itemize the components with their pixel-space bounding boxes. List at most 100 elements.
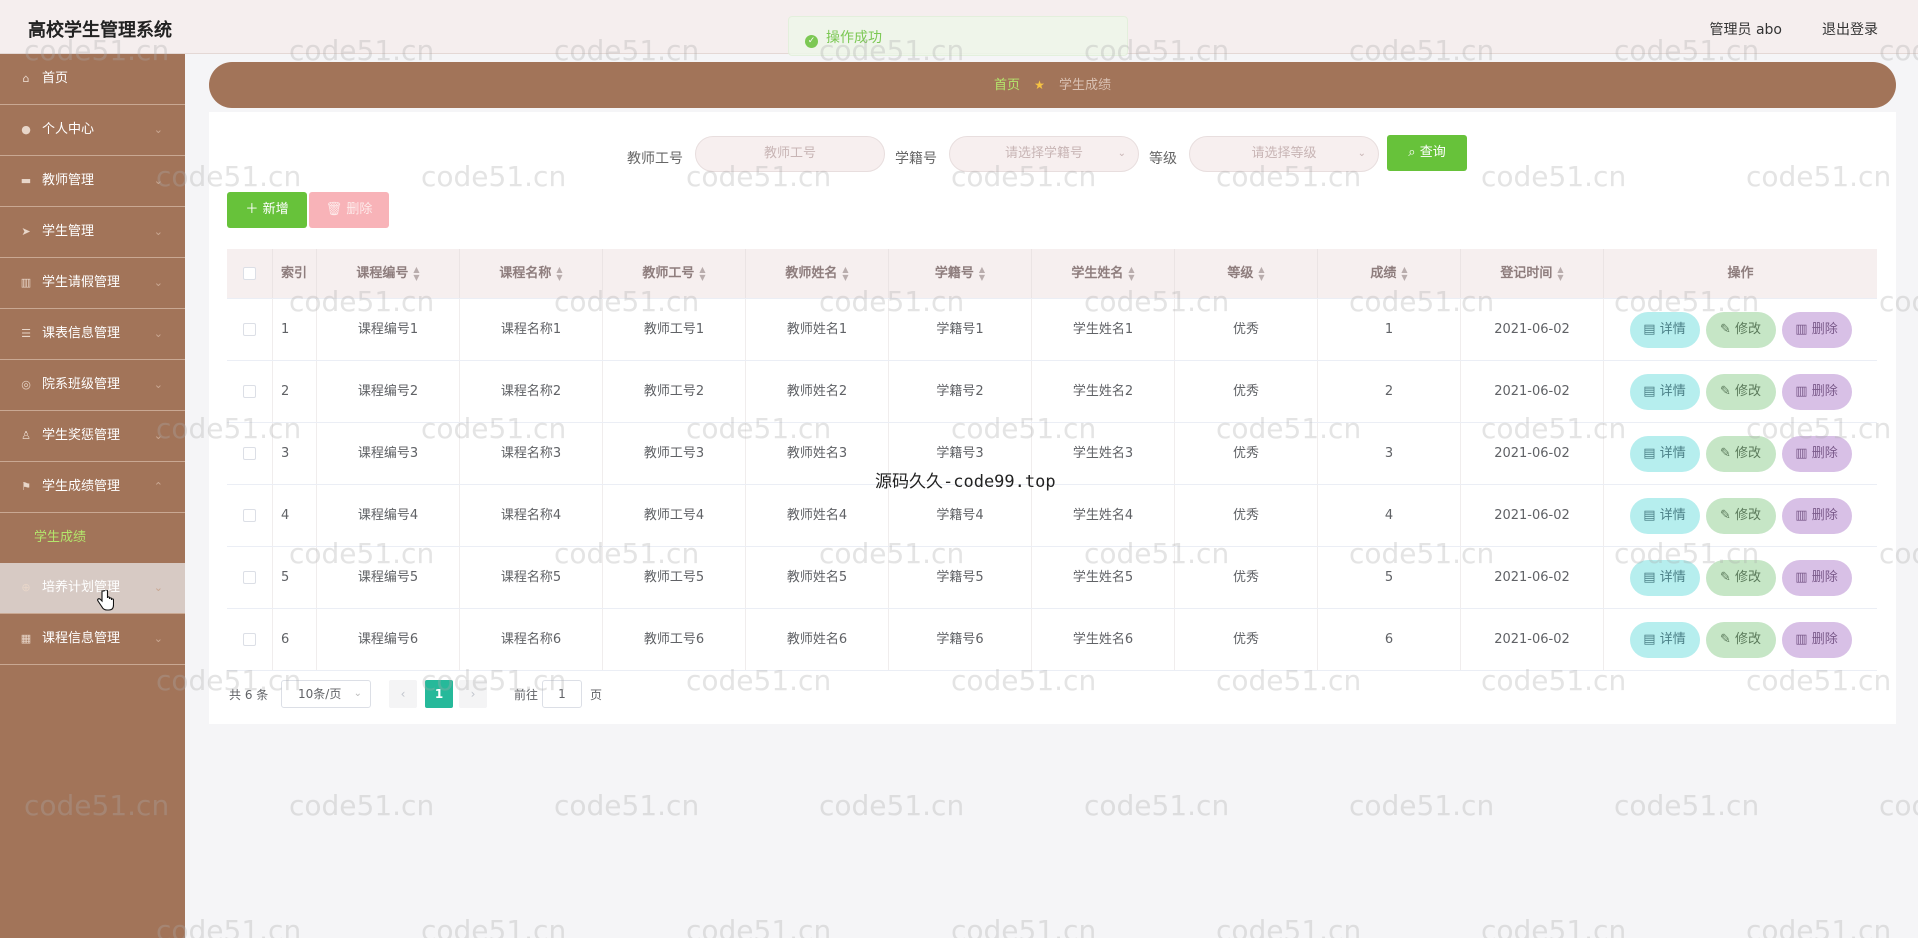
logout-link[interactable]: 退出登录 [1822, 19, 1878, 39]
cell-register-time: 2021-06-02 [1461, 485, 1604, 546]
column-header-teacher-name[interactable]: 教师姓名 ▲ ▼ [746, 249, 889, 298]
prev-page-button[interactable]: ‹ [389, 680, 417, 708]
edit-button[interactable]: ✎ 修改 [1705, 374, 1776, 410]
row-select-cell [227, 423, 273, 484]
column-header-student-id[interactable]: 学籍号 ▲ ▼ [889, 249, 1032, 298]
sidebar-item-students[interactable]: ➤ 学生管理 ⌄ [0, 207, 185, 258]
sort-icon[interactable]: ▲ ▼ [979, 265, 985, 282]
sidebar-item-rewards[interactable]: ♙ 学生奖惩管理 ⌄ [0, 411, 185, 462]
list-icon: ☰ [21, 327, 31, 340]
trash-icon: ▥ [1795, 446, 1812, 461]
row-checkbox[interactable] [243, 447, 256, 460]
sort-icon[interactable]: ▲ ▼ [413, 265, 419, 282]
column-header-register-time[interactable]: 登记时间 ▲ ▼ [1461, 249, 1604, 298]
cell-score: 4 [1318, 485, 1461, 546]
add-button[interactable]: ＋ 新增 [227, 192, 307, 228]
search-icon: ⌕ [1408, 145, 1416, 160]
breadcrumb-home-link[interactable]: 首页 [994, 78, 1020, 93]
cell-score: 1 [1318, 299, 1461, 360]
table-header: 索引 课程编号 ▲ ▼ 课程名称 ▲ ▼ 教师工号 ▲ ▼ 教师姓名 ▲ ▼ 学籍号 ▲ ▼ 学生姓… [227, 249, 1877, 299]
watermark-text: code51.cn [819, 789, 965, 822]
page-size-select[interactable]: 10条/页 ⌄ [281, 680, 371, 708]
teacher-id-label: 教师工号 [627, 151, 683, 167]
teacher-id-input[interactable]: 教师工号 [695, 136, 885, 172]
cell-course-name: 课程名称6 [460, 609, 603, 670]
watermark-text: code51.cn [951, 914, 1097, 938]
chevron-up-icon: ⌃ [153, 480, 163, 493]
sidebar-item-profile[interactable]: ● 个人中心 ⌄ [0, 105, 185, 156]
row-checkbox[interactable] [243, 571, 256, 584]
cell-score: 6 [1318, 609, 1461, 670]
edit-button[interactable]: ✎ 修改 [1705, 312, 1776, 348]
watermark-text: code51.cn [289, 789, 435, 822]
sidebar-item-courses[interactable]: ▦ 课程信息管理 ⌄ [0, 614, 185, 665]
edit-label: 修改 [1735, 322, 1762, 337]
delete-button[interactable]: ▥ 删除 [1781, 498, 1852, 534]
edit-label: 修改 [1735, 570, 1762, 585]
detail-label: 详情 [1659, 384, 1686, 399]
query-button[interactable]: ⌕ 查询 [1387, 135, 1467, 171]
page-number-button[interactable]: 1 [425, 680, 453, 708]
table-row: 5 课程编号5 课程名称5 教师工号5 教师姓名5 学籍号5 学生姓名5 优秀 5 2021-06… [227, 547, 1877, 609]
cell-register-time: 2021-06-02 [1461, 423, 1604, 484]
edit-button[interactable]: ✎ 修改 [1705, 622, 1776, 658]
plus-icon: ＋ [245, 202, 259, 217]
row-checkbox[interactable] [243, 633, 256, 646]
detail-button[interactable]: ▤ 详情 [1629, 498, 1700, 534]
column-header-course-no[interactable]: 课程编号 ▲ ▼ [317, 249, 460, 298]
sort-icon[interactable]: ▲ ▼ [842, 265, 848, 282]
detail-button[interactable]: ▤ 详情 [1629, 622, 1700, 658]
sort-icon[interactable]: ▲ ▼ [1401, 265, 1407, 282]
column-header-course-name[interactable]: 课程名称 ▲ ▼ [460, 249, 603, 298]
column-header-teacher-id[interactable]: 教师工号 ▲ ▼ [603, 249, 746, 298]
sort-icon[interactable]: ▲ ▼ [556, 265, 562, 282]
student-id-select[interactable]: 请选择学籍号 ⌄ [949, 136, 1139, 172]
detail-button[interactable]: ▤ 详情 [1629, 374, 1700, 410]
watermark-text: code51.cn [1879, 789, 1918, 822]
sidebar-item-teachers[interactable]: ▬ 教师管理 ⌄ [0, 156, 185, 207]
pencil-icon: ✎ [1719, 322, 1735, 337]
column-header-level[interactable]: 等级 ▲ ▼ [1175, 249, 1318, 298]
row-checkbox[interactable] [243, 385, 256, 398]
delete-button[interactable]: ▥ 删除 [1781, 374, 1852, 410]
column-header-score[interactable]: 成绩 ▲ ▼ [1318, 249, 1461, 298]
detail-label: 详情 [1659, 508, 1686, 523]
next-page-button[interactable]: › [459, 680, 487, 708]
delete-button[interactable]: ▥ 删除 [1781, 622, 1852, 658]
batch-delete-button[interactable]: 🗑 删除 [309, 192, 389, 228]
row-checkbox[interactable] [243, 509, 256, 522]
detail-button[interactable]: ▤ 详情 [1629, 312, 1700, 348]
breadcrumb: 首页 ★ 学生成绩 [209, 62, 1896, 108]
sidebar-subitem-student-grades[interactable]: 学生成绩 [0, 513, 185, 563]
sidebar-item-home[interactable]: ⌂ 首页 [0, 54, 185, 105]
pagination-total: 共 6 条 [229, 688, 269, 702]
sort-icon[interactable]: ▲ ▼ [1128, 265, 1134, 282]
batch-delete-label: 删除 [346, 202, 373, 217]
sort-icon[interactable]: ▲ ▼ [699, 265, 705, 282]
trash-icon: ▥ [1795, 322, 1812, 337]
detail-button[interactable]: ▤ 详情 [1629, 560, 1700, 596]
grade-select[interactable]: 请选择等级 ⌄ [1189, 136, 1379, 172]
delete-button[interactable]: ▥ 删除 [1781, 436, 1852, 472]
edit-button[interactable]: ✎ 修改 [1705, 436, 1776, 472]
sort-icon[interactable]: ▲ ▼ [1258, 265, 1264, 282]
sidebar-item-label: 个人中心 [42, 122, 95, 137]
row-checkbox[interactable] [243, 323, 256, 336]
sidebar-item-departments[interactable]: ◎ 院系班级管理 ⌄ [0, 360, 185, 411]
select-all-checkbox[interactable] [243, 267, 256, 280]
edit-button[interactable]: ✎ 修改 [1705, 498, 1776, 534]
goto-page-input[interactable]: 1 [542, 680, 582, 708]
column-header-student-name[interactable]: 学生姓名 ▲ ▼ [1032, 249, 1175, 298]
detail-button[interactable]: ▤ 详情 [1629, 436, 1700, 472]
edit-button[interactable]: ✎ 修改 [1705, 560, 1776, 596]
delete-button[interactable]: ▥ 删除 [1781, 560, 1852, 596]
sidebar-item-schedule[interactable]: ☰ 课表信息管理 ⌄ [0, 309, 185, 360]
cell-course-name: 课程名称3 [460, 423, 603, 484]
delete-button[interactable]: ▥ 删除 [1781, 312, 1852, 348]
table-row: 2 课程编号2 课程名称2 教师工号2 教师姓名2 学籍号2 学生姓名2 优秀 2 2021-06… [227, 361, 1877, 423]
sidebar-item-training-plan[interactable]: ⊕ 培养计划管理 ⌄ [0, 563, 185, 614]
cell-course-no: 课程编号2 [317, 361, 460, 422]
sidebar-item-leave[interactable]: ▥ 学生请假管理 ⌄ [0, 258, 185, 309]
sort-icon[interactable]: ▲ ▼ [1557, 265, 1563, 282]
sidebar-item-grades[interactable]: ⚑ 学生成绩管理 ⌃ [0, 462, 185, 513]
